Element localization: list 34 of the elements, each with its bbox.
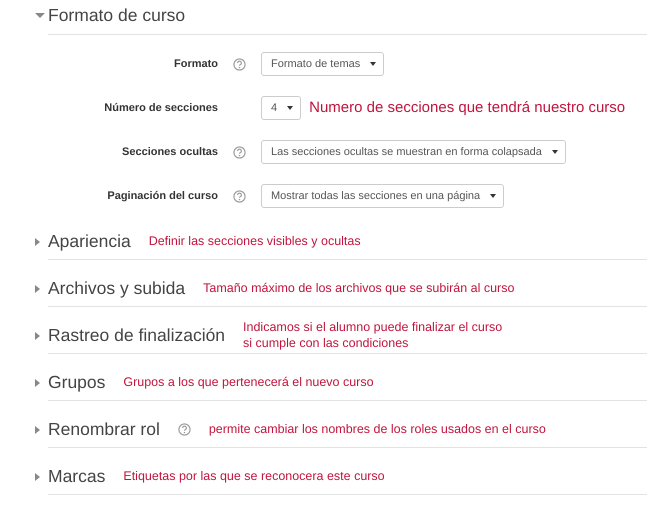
section-title[interactable]: Apariencia <box>48 228 131 254</box>
annotation-text: Etiquetas por las que se reconocera este curso <box>123 468 385 484</box>
help-icon[interactable] <box>233 146 246 158</box>
annotation-text: Tamaño máximo de los archivos que se subirán al curso <box>203 280 514 296</box>
select-field[interactable]: 4 <box>261 96 302 120</box>
caret-icon[interactable] <box>35 284 40 292</box>
annotation-text: Numero de secciones que tendrá nuestro curso <box>309 98 626 118</box>
help-icon[interactable] <box>233 58 246 70</box>
section-title[interactable]: Rastreo de finalización <box>48 322 226 348</box>
section-title[interactable]: Archivos y subida <box>48 274 186 302</box>
annotation-text: permite cambiar los nombres de los roles usados en el curso <box>208 420 546 438</box>
caret-icon[interactable] <box>35 332 40 340</box>
section-title[interactable]: Renombrar rol <box>48 416 160 442</box>
field-label: Número de secciones <box>103 100 218 116</box>
caret-icon[interactable] <box>35 472 40 480</box>
caret-icon[interactable] <box>35 238 40 246</box>
field-label: Paginación del curso <box>106 188 218 204</box>
caret-icon[interactable] <box>35 426 40 434</box>
section-title[interactable]: Marcas <box>48 462 106 490</box>
caret-icon[interactable] <box>35 13 45 18</box>
select-field[interactable]: Las secciones ocultas se muestran en forma colapsada <box>261 140 566 164</box>
help-icon[interactable] <box>233 190 246 202</box>
select-field[interactable]: Mostrar todas las secciones en una página <box>261 184 504 208</box>
annotation-text: si cumple con las condiciones <box>243 335 410 352</box>
select-field[interactable]: Formato de temas <box>261 52 384 76</box>
field-label: Secciones ocultas <box>121 144 218 160</box>
help-icon[interactable] <box>178 422 191 436</box>
field-label: Formato <box>173 56 218 72</box>
caret-icon[interactable] <box>35 378 40 386</box>
annotation-text: Definir las secciones visibles y ocultas <box>148 232 361 250</box>
annotation-text: Grupos a los que pertenecerá el nuevo curso <box>123 374 374 390</box>
section-title[interactable]: Grupos <box>48 368 106 396</box>
section-title[interactable]: Formato de curso <box>48 2 186 28</box>
annotation-text: Indicamos si el alumno puede finalizar el curso <box>243 318 502 335</box>
